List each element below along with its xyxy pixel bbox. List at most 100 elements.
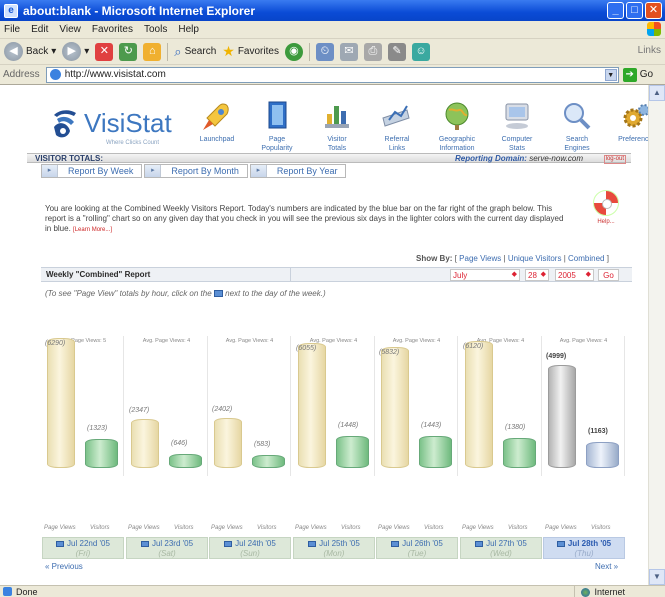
menu-favorites[interactable]: Favorites	[92, 24, 133, 35]
minimize-icon[interactable]: _	[607, 2, 624, 19]
menu-edit[interactable]: Edit	[31, 24, 48, 35]
chevron-down-icon[interactable]: ▼	[604, 68, 617, 81]
address-input[interactable]: http://www.visistat.com ▼	[45, 66, 619, 83]
menu-view[interactable]: View	[59, 24, 81, 35]
nav-label: Computer Stats	[501, 136, 533, 152]
hint-before: (To see "Page View" totals by hour, clic…	[45, 289, 212, 298]
page-views-bar	[548, 365, 576, 468]
visistat-logo[interactable]: VisiStat Where Clicks Count	[50, 107, 210, 149]
date-cell[interactable]: Jul 22nd '05 (Fri)	[42, 537, 124, 559]
date-link[interactable]: Jul 26th '05	[377, 539, 457, 549]
date-cell[interactable]: Jul 25th '05 (Mon)	[293, 537, 375, 559]
calendar-icon[interactable]	[140, 540, 149, 547]
page-viewport: VisiStat Where Clicks Count Launchpad Pa…	[0, 85, 648, 585]
tab-report-by-week[interactable]: ▸ Report By Week	[41, 164, 143, 178]
nav-referral-links[interactable]: Referral Links	[370, 100, 424, 153]
nav-search-engines[interactable]: Search Engines	[550, 100, 604, 153]
show-by-bar: Show By: [ Page Views | Unique Visitors …	[416, 254, 609, 263]
page-views-value: (6120)	[463, 343, 484, 350]
menu-file[interactable]: File	[4, 24, 20, 35]
nav-page-popularity[interactable]: Page Popularity	[250, 100, 304, 153]
links-label[interactable]: Links	[638, 45, 661, 56]
page-views-bar	[381, 347, 409, 468]
tab-label: Report By Year	[276, 166, 338, 176]
year-select[interactable]: 2005 ◆	[555, 269, 594, 281]
show-by-unique-visitors[interactable]: Unique Visitors	[508, 254, 562, 263]
show-by-separator: |	[563, 254, 566, 263]
menu-tools[interactable]: Tools	[144, 24, 167, 35]
date-link[interactable]: Jul 23rd '05	[127, 539, 207, 549]
refresh-icon[interactable]: ↻	[119, 42, 138, 61]
show-by-combined[interactable]: Combined	[568, 254, 604, 263]
day-column: Avg. Page Views: 4 (2347) (646)	[125, 336, 208, 476]
go-button[interactable]: ➔ Go	[622, 67, 653, 82]
visitors-bar	[419, 436, 452, 468]
show-by-page-views[interactable]: Page Views	[459, 254, 501, 263]
calendar-icon[interactable]	[308, 540, 317, 547]
print-icon[interactable]: ⎙	[363, 42, 382, 61]
mail-icon[interactable]: ✉	[339, 42, 358, 61]
next-link[interactable]: Next »	[595, 562, 618, 571]
nav-visitor-totals[interactable]: Visitor Totals	[310, 100, 364, 153]
nav-computer-stats[interactable]: Computer Stats	[490, 100, 544, 153]
history-icon[interactable]: ⏲	[315, 42, 334, 61]
day-column: Avg. Page Views: 4 (5832) (1443)	[375, 336, 458, 476]
date-link[interactable]: Jul 24th '05	[210, 539, 290, 549]
nav-launchpad[interactable]: Launchpad	[190, 100, 244, 153]
maximize-icon[interactable]: □	[626, 2, 643, 19]
date-link[interactable]: Jul 22nd '05	[43, 539, 123, 549]
tab-report-by-month[interactable]: ▸ Report By Month	[144, 164, 248, 178]
help-button[interactable]: Help...	[588, 190, 624, 225]
logout-button[interactable]: log-out	[603, 155, 626, 164]
date-cell[interactable]: Jul 24th '05 (Sun)	[209, 537, 291, 559]
nav-geographic-information[interactable]: Geographic Information	[430, 100, 484, 153]
address-label: Address	[3, 69, 40, 80]
previous-link[interactable]: « Previous	[45, 562, 83, 571]
edit-icon[interactable]: ✎	[387, 42, 406, 61]
search-button[interactable]: ⌕ Search	[174, 44, 216, 60]
visitors-value: (1448)	[338, 422, 359, 429]
calendar-icon[interactable]	[556, 540, 565, 547]
messenger-icon[interactable]: ☺	[411, 42, 430, 61]
page-views-bar	[47, 338, 75, 468]
tab-report-by-year[interactable]: ▸ Report By Year	[249, 164, 347, 178]
day-select[interactable]: 28 ◆	[525, 269, 549, 281]
month-select[interactable]: July ◆	[450, 269, 520, 281]
main-nav: Launchpad Page Popularity Visitor Totals	[190, 100, 648, 153]
window-title: about:blank - Microsoft Internet Explore…	[23, 3, 256, 18]
home-icon[interactable]: ⌂	[143, 42, 162, 61]
series-label-page-views: Page Views	[295, 525, 327, 531]
day-value: 28	[528, 270, 537, 280]
scroll-up-icon[interactable]: ▲	[649, 85, 665, 101]
stop-icon[interactable]: ✕	[95, 42, 114, 61]
intro-body: You are looking at the Combined Weekly V…	[45, 204, 564, 233]
calendar-icon[interactable]	[56, 540, 65, 547]
nav-label: Search Engines	[564, 136, 590, 152]
nav-preferences[interactable]: Preferences	[610, 100, 648, 153]
favorites-button[interactable]: ★ Favorites	[222, 43, 279, 60]
search-label: Search	[184, 46, 217, 57]
date-link[interactable]: Jul 27th '05	[461, 539, 541, 549]
vertical-scrollbar[interactable]: ▲ ▼	[648, 85, 665, 585]
favorites-label: Favorites	[237, 46, 279, 57]
scroll-down-icon[interactable]: ▼	[649, 569, 665, 585]
menu-help[interactable]: Help	[178, 24, 199, 35]
back-button[interactable]: ◀ Back ▾	[4, 42, 56, 61]
close-icon[interactable]: ✕	[645, 2, 662, 19]
calendar-icon[interactable]	[475, 540, 484, 547]
media-icon[interactable]: ◉	[284, 42, 303, 61]
date-label: Jul 22nd '05	[67, 539, 110, 548]
calendar-icon[interactable]	[224, 540, 233, 547]
date-cell[interactable]: Jul 26th '05 (Tue)	[376, 537, 458, 559]
zone-label: Internet	[594, 587, 625, 597]
forward-button[interactable]: ▶ ▾	[62, 42, 89, 61]
date-link[interactable]: Jul 28th '05	[544, 539, 624, 549]
date-cell[interactable]: Jul 28th '05 (Thu)	[543, 537, 625, 559]
learn-more-link[interactable]: [Learn More...]	[73, 227, 112, 233]
date-cell[interactable]: Jul 23rd '05 (Sat)	[126, 537, 208, 559]
report-go-button[interactable]: Go	[598, 269, 619, 281]
date-link[interactable]: Jul 25th '05	[294, 539, 374, 549]
calendar-icon[interactable]	[391, 540, 400, 547]
page-views-bar	[214, 418, 242, 468]
date-cell[interactable]: Jul 27th '05 (Wed)	[460, 537, 542, 559]
